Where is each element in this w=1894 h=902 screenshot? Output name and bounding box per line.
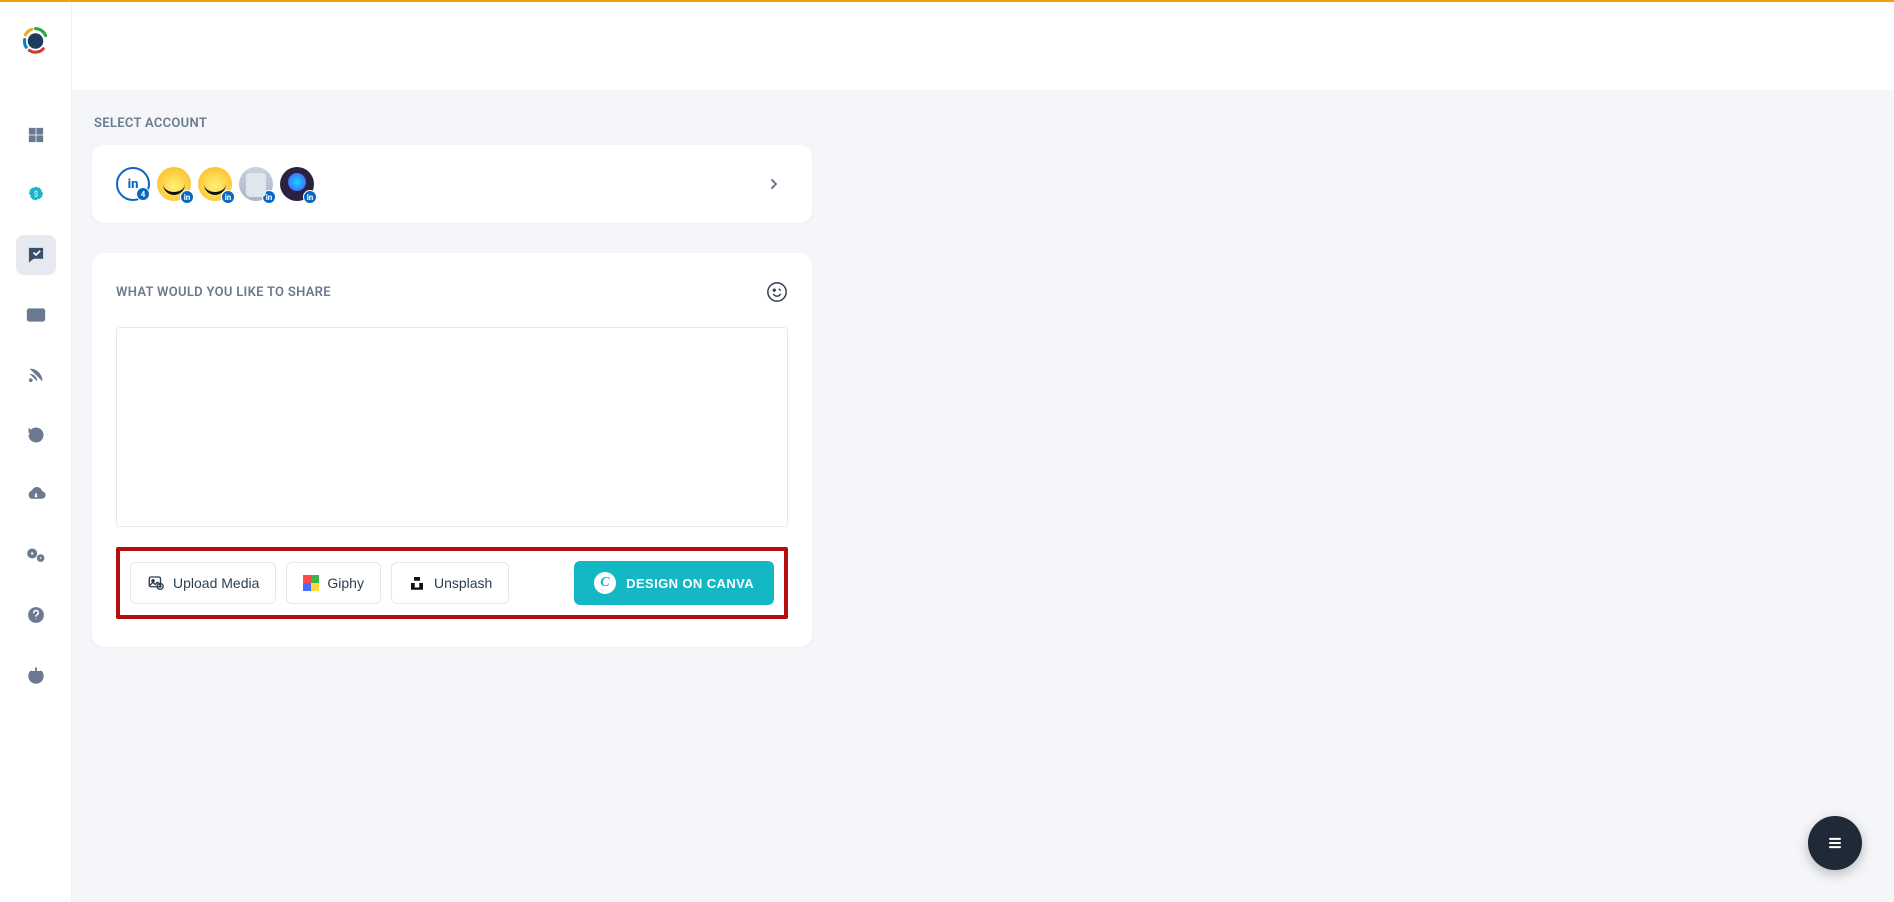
sidebar-history-icon[interactable] [16, 415, 56, 455]
sidebar-billing-icon[interactable]: $ [16, 175, 56, 215]
canva-icon: C [594, 572, 616, 594]
giphy-label: Giphy [327, 575, 364, 591]
sidebar: $ [0, 2, 72, 902]
upload-media-label: Upload Media [173, 575, 259, 591]
main-panel: SELECT ACCOUNT in4 in in in [72, 2, 1894, 902]
compose-title: WHAT WOULD YOU LIKE TO SHARE [116, 285, 331, 300]
account-avatar-person[interactable]: in [239, 167, 273, 201]
sidebar-help-icon[interactable] [16, 595, 56, 635]
sidebar-download-cloud-icon[interactable] [16, 475, 56, 515]
account-selector-card: in4 in in in in [92, 145, 812, 223]
compose-card: WHAT WOULD YOU LIKE TO SHARE [92, 253, 812, 647]
sidebar-power-icon[interactable] [16, 655, 56, 695]
floating-menu-button[interactable] [1808, 816, 1862, 870]
giphy-icon [303, 575, 319, 591]
linkedin-mini-badge-icon: in [221, 190, 235, 204]
account-avatar-smiley-2[interactable]: in [198, 167, 232, 201]
design-on-canva-button[interactable]: C DESIGN ON CANVA [574, 561, 774, 605]
sidebar-compose-icon[interactable] [16, 235, 56, 275]
sidebar-card-icon[interactable] [16, 295, 56, 335]
sidebar-rss-icon[interactable] [16, 355, 56, 395]
unsplash-button[interactable]: Unsplash [391, 562, 509, 604]
sidebar-settings-icon[interactable] [16, 535, 56, 575]
sidebar-dashboard-icon[interactable] [16, 115, 56, 155]
canva-label: DESIGN ON CANVA [626, 576, 754, 591]
select-account-title: SELECT ACCOUNT [94, 116, 1874, 131]
linkedin-mini-badge-icon: in [303, 190, 317, 204]
svg-text:$: $ [33, 190, 37, 199]
unsplash-icon [408, 574, 426, 592]
unsplash-label: Unsplash [434, 575, 492, 591]
giphy-button[interactable]: Giphy [286, 562, 381, 604]
top-bar [72, 2, 1894, 90]
media-toolbar-highlight: Upload Media Giphy [116, 547, 788, 619]
emoji-picker-button[interactable] [766, 281, 788, 303]
account-avatar-smiley-1[interactable]: in [157, 167, 191, 201]
linkedin-mini-badge-icon: in [262, 190, 276, 204]
linkedin-mini-badge-icon: in [180, 190, 194, 204]
compose-textarea[interactable] [116, 327, 788, 527]
app-logo [20, 24, 51, 55]
linkedin-count-badge: 4 [136, 187, 150, 201]
account-avatar-linkedin-group[interactable]: in4 [116, 167, 150, 201]
account-avatar-brand[interactable]: in [280, 167, 314, 201]
upload-media-button[interactable]: Upload Media [130, 562, 276, 604]
account-next-button[interactable] [760, 170, 788, 198]
